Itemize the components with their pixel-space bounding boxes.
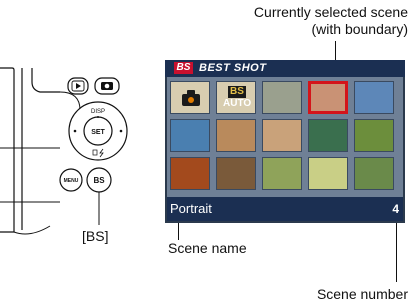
scene-thumbnail-sunset[interactable] xyxy=(170,157,210,190)
svg-text:MENU: MENU xyxy=(64,178,79,184)
dial-left-dot xyxy=(73,129,77,133)
scene-number-callout: Scene number xyxy=(316,286,408,302)
control-dial[interactable]: DISP SET xyxy=(68,101,128,161)
dial-top-dot xyxy=(97,116,99,118)
scene-thumbnail-soccer[interactable] xyxy=(354,119,394,152)
selected-scene-callout: Currently selected scene (with boundary) xyxy=(253,4,408,37)
bs-auto-icon: BS AUTO xyxy=(223,86,251,112)
scene-name-callout: Scene name xyxy=(168,240,247,256)
scene-name-leader-line xyxy=(178,220,179,240)
bs-button-callout: [BS] xyxy=(82,228,109,244)
bs-auto-badge: BS xyxy=(228,86,246,98)
current-scene-number: 4 xyxy=(392,202,399,216)
scene-thumbnail-bs-auto[interactable]: BS AUTO xyxy=(216,81,256,114)
menu-button[interactable]: MENU xyxy=(59,168,83,192)
camera-icon xyxy=(104,83,110,89)
scene-thumbnail-landscape[interactable] xyxy=(354,81,394,114)
scene-thumbnail-flowers[interactable] xyxy=(308,157,348,190)
record-button[interactable] xyxy=(94,77,120,95)
scene-thumbnail-field[interactable] xyxy=(354,157,394,190)
scene-thumbnail-party[interactable] xyxy=(216,157,256,190)
disp-label: DISP xyxy=(91,109,105,115)
playback-button[interactable] xyxy=(67,77,89,95)
camera-body-outline xyxy=(0,67,15,233)
scene-thumbnail-portrait[interactable] xyxy=(308,81,348,114)
current-scene-name: Portrait xyxy=(170,201,212,216)
scene-thumbnail-group[interactable] xyxy=(262,119,302,152)
auto-label: AUTO xyxy=(223,98,252,109)
scene-thumbnail-camera-icon[interactable] xyxy=(170,81,210,114)
bs-button[interactable]: BS xyxy=(86,167,112,193)
camera-body-illustration: DISP SET MENU BS xyxy=(0,67,128,235)
screen-title: BEST SHOT xyxy=(199,62,267,74)
bs-badge: BS xyxy=(174,62,193,74)
scene-number-leader-line xyxy=(396,220,397,282)
camera-icon xyxy=(182,90,200,106)
scene-thumbnail-beach[interactable] xyxy=(170,119,210,152)
set-label: SET xyxy=(91,129,105,136)
svg-text:BS: BS xyxy=(93,176,105,185)
scene-thumbnail-sports[interactable] xyxy=(308,119,348,152)
scene-thumbnail-pet[interactable] xyxy=(262,157,302,190)
camera-grip-outline xyxy=(21,68,60,230)
dial-right-dot xyxy=(119,129,123,133)
scene-thumbnail-couple[interactable] xyxy=(216,119,256,152)
scene-thumbnail-child[interactable] xyxy=(262,81,302,114)
